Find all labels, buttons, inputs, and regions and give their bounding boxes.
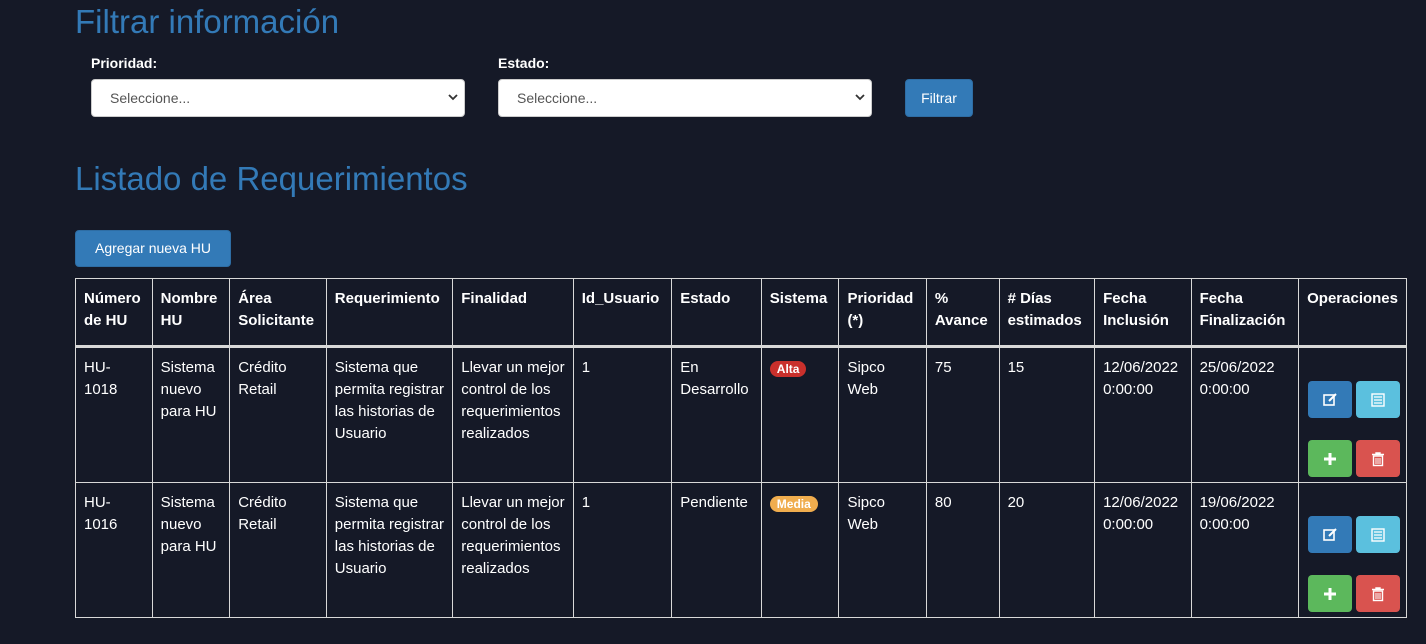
operations-group bbox=[1299, 348, 1406, 477]
cell-requerimiento: Sistema que permita registrar las histor… bbox=[325, 346, 454, 483]
cell-id-usuario: 1 bbox=[572, 346, 673, 483]
priority-badge-alta: Alta bbox=[769, 361, 807, 377]
cell-operaciones bbox=[1298, 482, 1407, 618]
chevron-down-icon bbox=[855, 94, 865, 101]
cell-id-usuario: 1 bbox=[572, 482, 673, 618]
plus-icon bbox=[1324, 452, 1337, 465]
cell-nombre: Sistema nuevo para HU bbox=[151, 346, 231, 483]
trash-icon bbox=[1372, 586, 1385, 601]
cell-fecha-finalizacion: 19/06/2022 0:00:00 bbox=[1190, 482, 1300, 618]
cell-fecha-inclusion: 12/06/2022 0:00:00 bbox=[1094, 482, 1192, 618]
cell-requerimiento: Sistema que permita registrar las histor… bbox=[325, 482, 454, 618]
list-icon bbox=[1371, 527, 1385, 542]
col-avance: % Avance bbox=[925, 278, 1000, 347]
edit-button[interactable] bbox=[1308, 381, 1353, 418]
delete-button[interactable] bbox=[1356, 440, 1401, 477]
cell-area: Crédito Retail bbox=[229, 482, 327, 618]
detail-button[interactable] bbox=[1356, 516, 1401, 553]
edit-icon bbox=[1323, 527, 1337, 541]
cell-finalidad: Llevar un mejor control de los requerimi… bbox=[452, 346, 574, 483]
cell-prioridad: Sipco Web bbox=[838, 482, 927, 618]
cell-numero: HU-1016 bbox=[75, 482, 153, 618]
col-nombre: Nombre HU bbox=[151, 278, 231, 347]
cell-estado: En Desarrollo bbox=[671, 346, 762, 483]
edit-icon bbox=[1323, 392, 1337, 406]
priority-badge-media: Media bbox=[769, 496, 818, 512]
cell-fecha-inclusion: 12/06/2022 0:00:00 bbox=[1094, 346, 1192, 483]
state-label: Estado: bbox=[498, 55, 550, 71]
cell-sistema: Alta bbox=[760, 346, 840, 483]
delete-button[interactable] bbox=[1356, 575, 1401, 612]
col-prioridad: Prioridad (*) bbox=[838, 278, 927, 347]
col-requerimiento: Requerimiento bbox=[325, 278, 454, 347]
filter-button[interactable]: Filtrar bbox=[905, 79, 973, 117]
cell-fecha-finalizacion: 25/06/2022 0:00:00 bbox=[1190, 346, 1300, 483]
cell-area: Crédito Retail bbox=[229, 346, 327, 483]
col-estado: Estado bbox=[671, 278, 762, 347]
cell-prioridad: Sipco Web bbox=[838, 346, 927, 483]
list-title: Listado de Requerimientos bbox=[75, 160, 468, 197]
state-select-value: Seleccione... bbox=[517, 90, 598, 106]
table-row: HU-1018 Sistema nuevo para HU Crédito Re… bbox=[75, 346, 1407, 483]
col-id-usuario: Id_Usuario bbox=[572, 278, 673, 347]
col-fecha-finalizacion: Fecha Finalización bbox=[1190, 278, 1300, 347]
cell-finalidad: Llevar un mejor control de los requerimi… bbox=[452, 482, 574, 618]
trash-icon bbox=[1372, 451, 1385, 466]
cell-estado: Pendiente bbox=[671, 482, 762, 618]
state-select[interactable]: Seleccione... bbox=[498, 79, 872, 117]
cell-dias: 15 bbox=[998, 346, 1096, 483]
cell-dias: 20 bbox=[998, 482, 1096, 618]
edit-button[interactable] bbox=[1308, 516, 1353, 553]
priority-select-value: Seleccione... bbox=[110, 90, 191, 106]
chevron-down-icon bbox=[448, 94, 458, 101]
detail-button[interactable] bbox=[1356, 381, 1401, 418]
add-button[interactable] bbox=[1308, 575, 1353, 612]
col-dias: # Días estimados bbox=[998, 278, 1096, 347]
cell-avance: 80 bbox=[925, 482, 1000, 618]
col-fecha-inclusion: Fecha Inclusión bbox=[1094, 278, 1192, 347]
cell-avance: 75 bbox=[925, 346, 1000, 483]
cell-nombre: Sistema nuevo para HU bbox=[151, 482, 231, 618]
priority-label: Prioridad: bbox=[91, 55, 158, 71]
add-hu-button[interactable]: Agregar nueva HU bbox=[75, 230, 231, 267]
col-sistema: Sistema bbox=[760, 278, 840, 347]
cell-operaciones bbox=[1298, 346, 1407, 483]
col-finalidad: Finalidad bbox=[452, 278, 574, 347]
priority-select[interactable]: Seleccione... bbox=[91, 79, 465, 117]
table-header-row: Número de HU Nombre HU Área Solicitante … bbox=[75, 278, 1407, 347]
operations-group bbox=[1299, 483, 1406, 612]
filter-title: Filtrar información bbox=[75, 3, 340, 40]
col-operaciones: Operaciones bbox=[1298, 278, 1407, 347]
col-numero: Número de HU bbox=[75, 278, 153, 347]
cell-numero: HU-1018 bbox=[75, 346, 153, 483]
table-row: HU-1016 Sistema nuevo para HU Crédito Re… bbox=[75, 482, 1407, 618]
plus-icon bbox=[1324, 587, 1337, 600]
requirements-table: Número de HU Nombre HU Área Solicitante … bbox=[75, 278, 1407, 618]
add-button[interactable] bbox=[1308, 440, 1353, 477]
col-area: Área Solicitante bbox=[229, 278, 327, 347]
cell-sistema: Media bbox=[760, 482, 840, 618]
list-icon bbox=[1371, 392, 1385, 407]
